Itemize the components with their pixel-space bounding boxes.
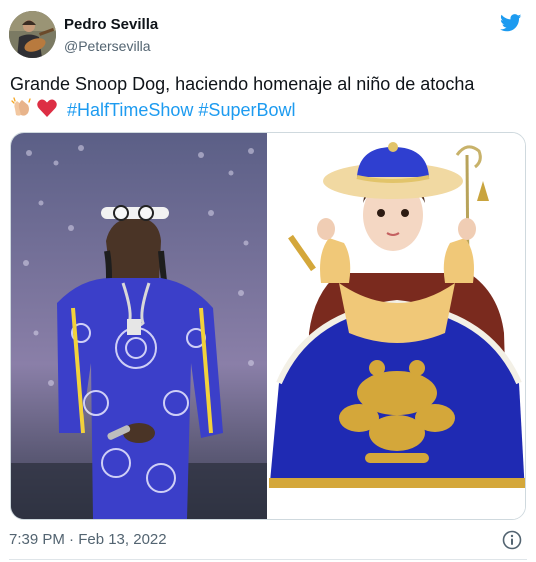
tweet-text-line-2: #HalfTimeShow #SuperBowl xyxy=(10,97,530,123)
tweet-timestamp[interactable]: 7:39 PM · Feb 13, 2022 xyxy=(9,531,167,549)
avatar[interactable] xyxy=(9,11,56,58)
clapping-hands-icon xyxy=(10,97,34,119)
hashtag-halftimeshow[interactable]: #HalfTimeShow xyxy=(67,100,193,120)
red-heart-icon xyxy=(36,97,60,119)
media-image-left[interactable] xyxy=(11,133,267,519)
author-handle[interactable]: @Petersevilla xyxy=(64,37,158,55)
tweet-text: Grande Snoop Dog, haciendo homenaje al n… xyxy=(10,72,530,123)
media-image-right[interactable] xyxy=(269,133,525,519)
author-display-name[interactable]: Pedro Sevilla xyxy=(64,16,158,34)
info-icon[interactable] xyxy=(502,530,522,550)
media-grid xyxy=(10,132,526,520)
twitter-bird-icon[interactable] xyxy=(500,14,522,32)
hashtag-superbowl[interactable]: #SuperBowl xyxy=(198,100,295,120)
tweet-text-line: Grande Snoop Dog, haciendo homenaje al n… xyxy=(10,74,475,94)
tweet-card: Pedro Sevilla @Petersevilla Grande Snoop… xyxy=(0,0,536,562)
author-block: Pedro Sevilla @Petersevilla xyxy=(64,16,158,55)
divider xyxy=(9,559,527,560)
